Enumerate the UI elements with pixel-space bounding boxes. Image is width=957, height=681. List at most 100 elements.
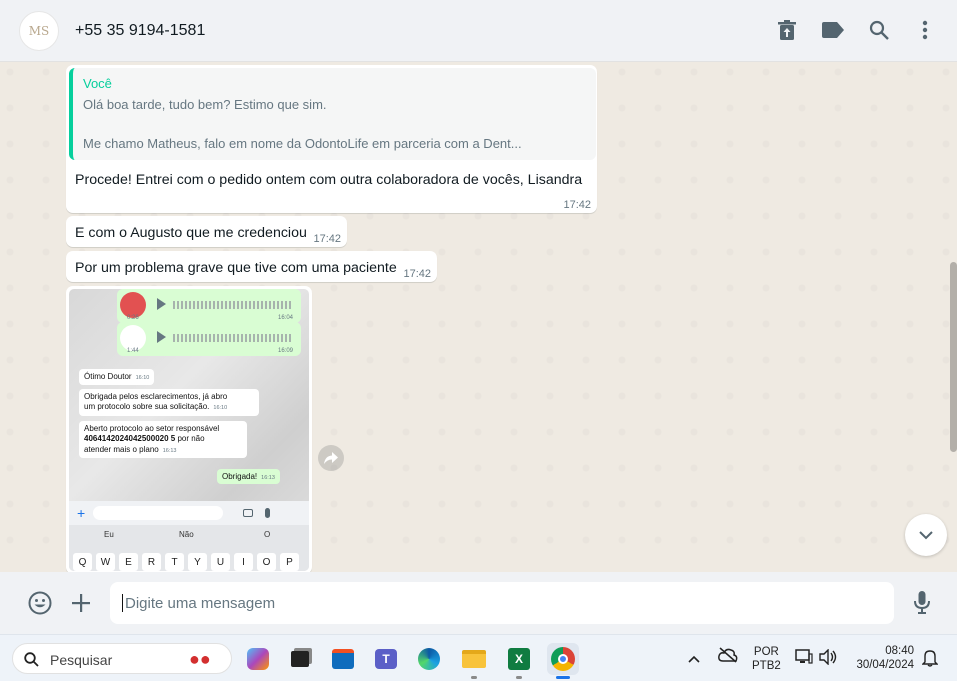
message-composer: Digite uma mensagem [0, 572, 957, 634]
label-icon[interactable] [821, 18, 845, 42]
teams-icon[interactable]: T [370, 643, 402, 675]
keyboard-key: Q [73, 553, 92, 571]
text-caret [122, 594, 123, 612]
chrome-icon[interactable] [547, 643, 579, 679]
mic-icon [265, 508, 271, 518]
task-view-icon[interactable] [284, 643, 316, 675]
audio-duration: 1:44 [127, 348, 139, 354]
keyboard-key: U [211, 553, 230, 571]
keyboard-layout: PTB2 [752, 660, 781, 673]
keyboard-key: O [257, 553, 276, 571]
clock-time: 08:40 [885, 645, 914, 657]
audio-message: 0:26 16:04 [117, 289, 301, 323]
audio-duration: 0:26 [127, 315, 139, 321]
app-running-indicator [516, 676, 522, 679]
message-text: E com o Augusto que me credenciou [75, 225, 307, 241]
file-explorer-icon[interactable] [458, 643, 490, 679]
protocol-number: 4064142024042500020 5 [84, 434, 176, 444]
chevron-up-icon[interactable] [688, 650, 700, 668]
message-text: atender mais o plano [84, 444, 159, 454]
message-time: 16:13 [261, 475, 275, 481]
list-item: Ótimo Doutor 16:10 [79, 369, 155, 386]
taskbar-search[interactable]: Pesquisar ●● [12, 643, 232, 674]
message-time: 17:42 [563, 199, 591, 211]
chevron-down-icon [919, 530, 933, 539]
play-icon [157, 331, 166, 343]
network-icon[interactable] [795, 649, 813, 670]
scrollbar[interactable] [950, 262, 957, 452]
app-active-indicator [556, 676, 570, 679]
list-item: Obrigada! 16:13 [217, 469, 280, 484]
waveform [173, 301, 291, 309]
camera-icon [243, 509, 254, 517]
message-bubble[interactable]: Por um problema grave que tive com uma p… [66, 251, 437, 282]
emoji-icon[interactable] [27, 590, 53, 616]
keyboard-key: E [119, 553, 138, 571]
list-item: Obrigada pelos esclarecimentos, já abro … [79, 389, 259, 416]
chat-area[interactable]: Você Olá boa tarde, tudo bem? Estimo que… [0, 62, 957, 572]
contact-name[interactable]: +55 35 9194-1581 [75, 22, 205, 40]
excel-icon[interactable]: X [503, 643, 535, 679]
volume-icon[interactable] [819, 648, 837, 670]
taskbar-search-label: Pesquisar [50, 652, 113, 668]
store-icon[interactable] [327, 643, 359, 675]
message-time: 17:42 [313, 233, 341, 245]
audio-time: 16:04 [277, 315, 293, 321]
message-text: Ótimo Doutor [84, 372, 132, 381]
message-time: 17:42 [403, 268, 431, 280]
image-message[interactable]: 0:26 16:04 1:44 16:09 Ótimo Doutor 16:10 … [66, 286, 312, 572]
attach-plus-icon[interactable] [68, 590, 94, 616]
microphone-icon[interactable] [909, 590, 935, 616]
keyboard-key: R [142, 553, 161, 571]
audio-time: 16:09 [277, 348, 293, 354]
keyboard-key: W [96, 553, 115, 571]
message-text: Obrigada pelos esclarecimentos, já abro [84, 392, 228, 401]
scroll-to-bottom-button[interactable] [905, 514, 947, 556]
delete-icon[interactable] [775, 18, 799, 42]
edge-icon[interactable] [413, 643, 445, 675]
keyboard-key: P [280, 553, 299, 571]
notification-bell-icon[interactable] [921, 649, 939, 672]
message-time: 16:13 [162, 447, 177, 454]
keyboard-suggestion: O [264, 530, 271, 539]
search-icon[interactable] [867, 18, 891, 42]
header-actions [775, 18, 937, 42]
plus-icon: + [77, 505, 86, 521]
quoted-message[interactable]: Você Olá boa tarde, tudo bem? Estimo que… [69, 68, 596, 160]
keyboard-key: T [165, 553, 184, 571]
keyboard-suggestion: Não [179, 530, 194, 539]
message-time: 16:10 [135, 375, 150, 381]
cloud-offline-icon[interactable] [718, 647, 738, 668]
forward-button[interactable] [318, 445, 344, 471]
list-item: Aberto protocolo ao setor responsável 40… [79, 421, 247, 459]
message-bubble[interactable]: E com o Augusto que me credenciou 17:42 [66, 216, 347, 247]
message-bubble-reply[interactable]: Você Olá boa tarde, tudo bem? Estimo que… [66, 65, 597, 213]
screenshot-image[interactable]: 0:26 16:04 1:44 16:09 Ótimo Doutor 16:10 … [69, 289, 309, 571]
menu-icon[interactable] [913, 18, 937, 42]
language-indicator[interactable]: POR PTB2 [752, 645, 781, 674]
clock-date: 30/04/2024 [856, 659, 914, 672]
message-text: um protocolo sobre sua solicitação. [84, 402, 210, 412]
language-code: POR [753, 646, 779, 658]
phone-input-bar: + [69, 501, 309, 525]
app-running-indicator [471, 676, 477, 679]
avatar[interactable]: MS [19, 11, 59, 51]
quote-line: Olá boa tarde, tudo bem? Estimo que sim. [83, 97, 327, 112]
chat-header: MS +55 35 9194-1581 [0, 0, 957, 62]
message-input-placeholder: Digite uma mensagem [125, 595, 276, 612]
keyboard-key: Y [188, 553, 207, 571]
keyboard-suggestion: Eu [104, 530, 114, 539]
message-input[interactable]: Digite uma mensagem [110, 582, 894, 624]
keyboard-key: I [234, 553, 253, 571]
message-time: 16:10 [213, 405, 228, 412]
forward-icon [324, 452, 338, 464]
quote-author: Você [83, 76, 112, 91]
keyboard-row: Q W E R T Y U I O P [73, 553, 299, 571]
windows-taskbar: Pesquisar ●● T X POR PTB2 08:40 30/04/20… [0, 634, 957, 681]
clock[interactable]: 08:40 30/04/2024 [852, 644, 914, 673]
message-text: Aberto protocolo ao setor responsável [84, 424, 220, 433]
message-text: Procede! Entrei com o pedido ontem com o… [75, 172, 583, 188]
waveform [173, 334, 291, 342]
phone-text-field [93, 506, 224, 520]
copilot-icon[interactable] [242, 643, 274, 675]
